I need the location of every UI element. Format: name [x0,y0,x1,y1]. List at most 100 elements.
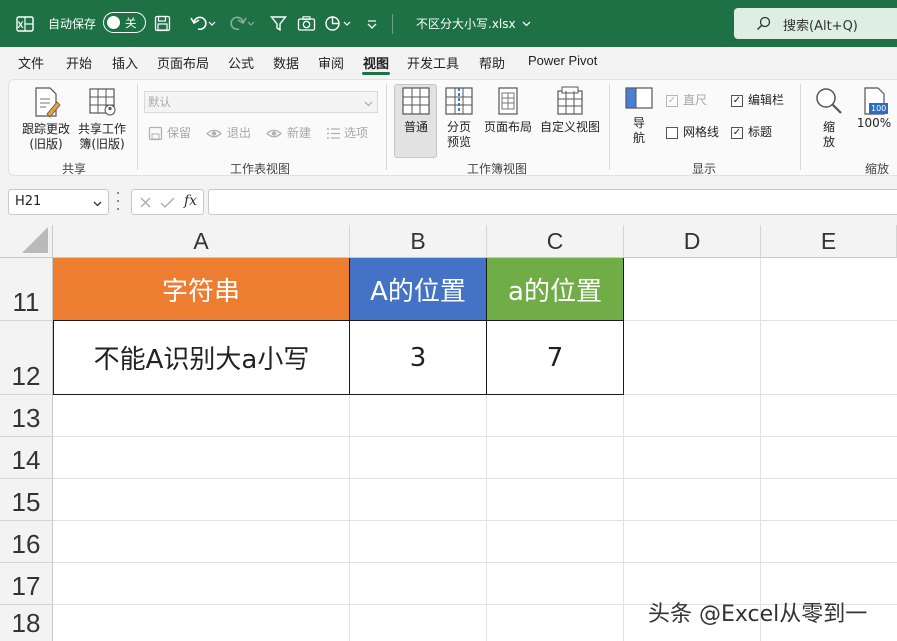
chevron-down-icon [522,21,531,27]
new-view-label: 新建 [287,126,312,140]
insert-function-button[interactable]: fx [184,193,197,209]
sheet-view-combo[interactable]: 默认 [144,91,378,113]
new-view-button[interactable]: 新建 [266,126,311,141]
normal-view-label: 普通 [403,120,428,134]
cell-a12[interactable]: 不能A识别大a小写 [53,321,350,395]
tab-review[interactable]: 审阅 [318,53,344,72]
autosave-toggle[interactable]: 关 [103,12,146,33]
page-break-label-2: 预览 [446,135,471,149]
column-header-d[interactable]: D [624,225,761,258]
ruler-checkbox[interactable]: ✓ [666,95,678,107]
eye-icon [206,129,222,138]
cell-c12-text: 7 [546,342,564,373]
formula-bar-checkbox[interactable]: ✓ [731,95,743,107]
cell-a11[interactable]: 字符串 [53,258,350,321]
filter-icon[interactable] [270,0,287,47]
toggle-knob [107,15,120,29]
workbook-view-group-label: 工作簿视图 [467,162,528,176]
share-group-label: 共享 [62,162,87,176]
zoom-button[interactable]: 缩 放 [812,86,846,150]
tab-help[interactable]: 帮助 [479,53,505,72]
track-changes-label-2: (旧版) [29,137,63,151]
tab-formulas[interactable]: 公式 [228,53,254,72]
group-separator [137,84,138,170]
enter-check-icon[interactable] [160,196,175,209]
navigation-label: 导 [632,116,645,130]
formula-bar-resize-handle[interactable] [117,192,121,210]
cell-a12-text: 不能A识别大a小写 [93,345,310,375]
headings-label: 标题 [748,125,773,139]
cell-c11-text: a的位置 [508,276,602,307]
tab-file[interactable]: 文件 [18,53,44,72]
zoom-label-2: 放 [822,135,835,149]
column-header-c[interactable]: C [487,225,624,258]
cell-b12[interactable]: 3 [350,321,487,395]
gridlines-checkbox[interactable] [666,127,678,139]
normal-view-button[interactable]: 普通 [396,86,436,135]
page-layout-icon [498,87,518,115]
row-header-14[interactable]: 14 [0,437,53,479]
exit-view-button[interactable]: 退出 [206,126,251,141]
custom-views-button[interactable]: 自定义视图 [538,86,602,135]
svg-text:X: X [18,20,24,30]
tab-home[interactable]: 开始 [66,53,92,72]
name-box[interactable]: H21 [8,189,109,215]
tab-power-pivot[interactable]: Power Pivot [528,53,597,68]
select-all-button[interactable] [0,225,53,258]
row-header-12[interactable]: 12 [0,321,53,395]
gridline [760,258,761,641]
row-header-17[interactable]: 17 [0,563,53,605]
cell-a11-text: 字符串 [161,276,240,307]
ruler-label: 直尺 [683,93,708,107]
track-changes-button[interactable]: 跟踪更改 (旧版) [20,86,72,152]
tab-view[interactable]: 视图 [363,53,389,72]
zoom-100-button[interactable]: 100 100% [856,86,892,131]
tab-data[interactable]: 数据 [273,53,299,72]
row-header-11[interactable]: 11 [0,258,53,321]
save-icon[interactable] [154,0,171,47]
formula-input[interactable] [208,189,897,215]
cell-b11[interactable]: A的位置 [350,258,487,321]
tab-insert[interactable]: 插入 [112,53,138,72]
cell-c12[interactable]: 7 [487,321,624,395]
file-name[interactable]: 不区分大小写.xlsx [416,0,531,47]
tab-developer[interactable]: 开发工具 [407,53,459,72]
zoom-label: 缩 [822,120,835,134]
view-options-label: 选项 [344,126,369,140]
row-header-15[interactable]: 15 [0,479,53,521]
page-break-preview-button[interactable]: 分页 预览 [440,86,478,150]
customize-toolbar-icon[interactable] [366,0,378,47]
gridline [53,478,897,479]
camera-icon[interactable] [297,0,316,47]
view-options-button[interactable]: 选项 [326,126,368,141]
keep-view-button[interactable]: 保留 [148,126,191,141]
page-break-icon [445,87,473,115]
search-box[interactable]: 搜索(Alt+Q) [734,8,897,39]
cancel-icon[interactable] [139,196,152,209]
headings-checkbox[interactable]: ✓ [731,127,743,139]
page-layout-view-button[interactable]: 页面布局 [482,86,534,135]
save-icon [148,126,163,141]
column-header-b[interactable]: B [350,225,487,258]
share-workbook-button[interactable]: 共享工作 簿(旧版) [75,86,129,152]
title-bar: X 自动保存 关 不区分大小写.xlsx 搜索(Alt+Q) [0,0,897,47]
formula-bar-label: 编辑栏 [748,93,785,107]
redo-icon[interactable] [229,0,255,47]
row-header-16[interactable]: 16 [0,521,53,563]
pie-chart-icon[interactable] [324,0,352,47]
tab-page-layout[interactable]: 页面布局 [157,53,209,72]
excel-logo-icon: X [16,0,34,47]
select-all-triangle-icon [22,227,48,253]
column-header-e[interactable]: E [761,225,897,258]
keep-view-label: 保留 [167,126,192,140]
column-header-a[interactable]: A [53,225,350,258]
exit-view-label: 退出 [227,126,252,140]
track-changes-label: 跟踪更改 [21,122,70,136]
undo-icon[interactable] [190,0,216,47]
row-header-18[interactable]: 18 [0,605,53,641]
list-icon [327,128,340,139]
navigation-button[interactable]: 导 航 [622,86,656,146]
share-workbook-label-2: 簿(旧版) [79,137,125,151]
row-header-13[interactable]: 13 [0,395,53,437]
cell-c11[interactable]: a的位置 [487,258,624,321]
